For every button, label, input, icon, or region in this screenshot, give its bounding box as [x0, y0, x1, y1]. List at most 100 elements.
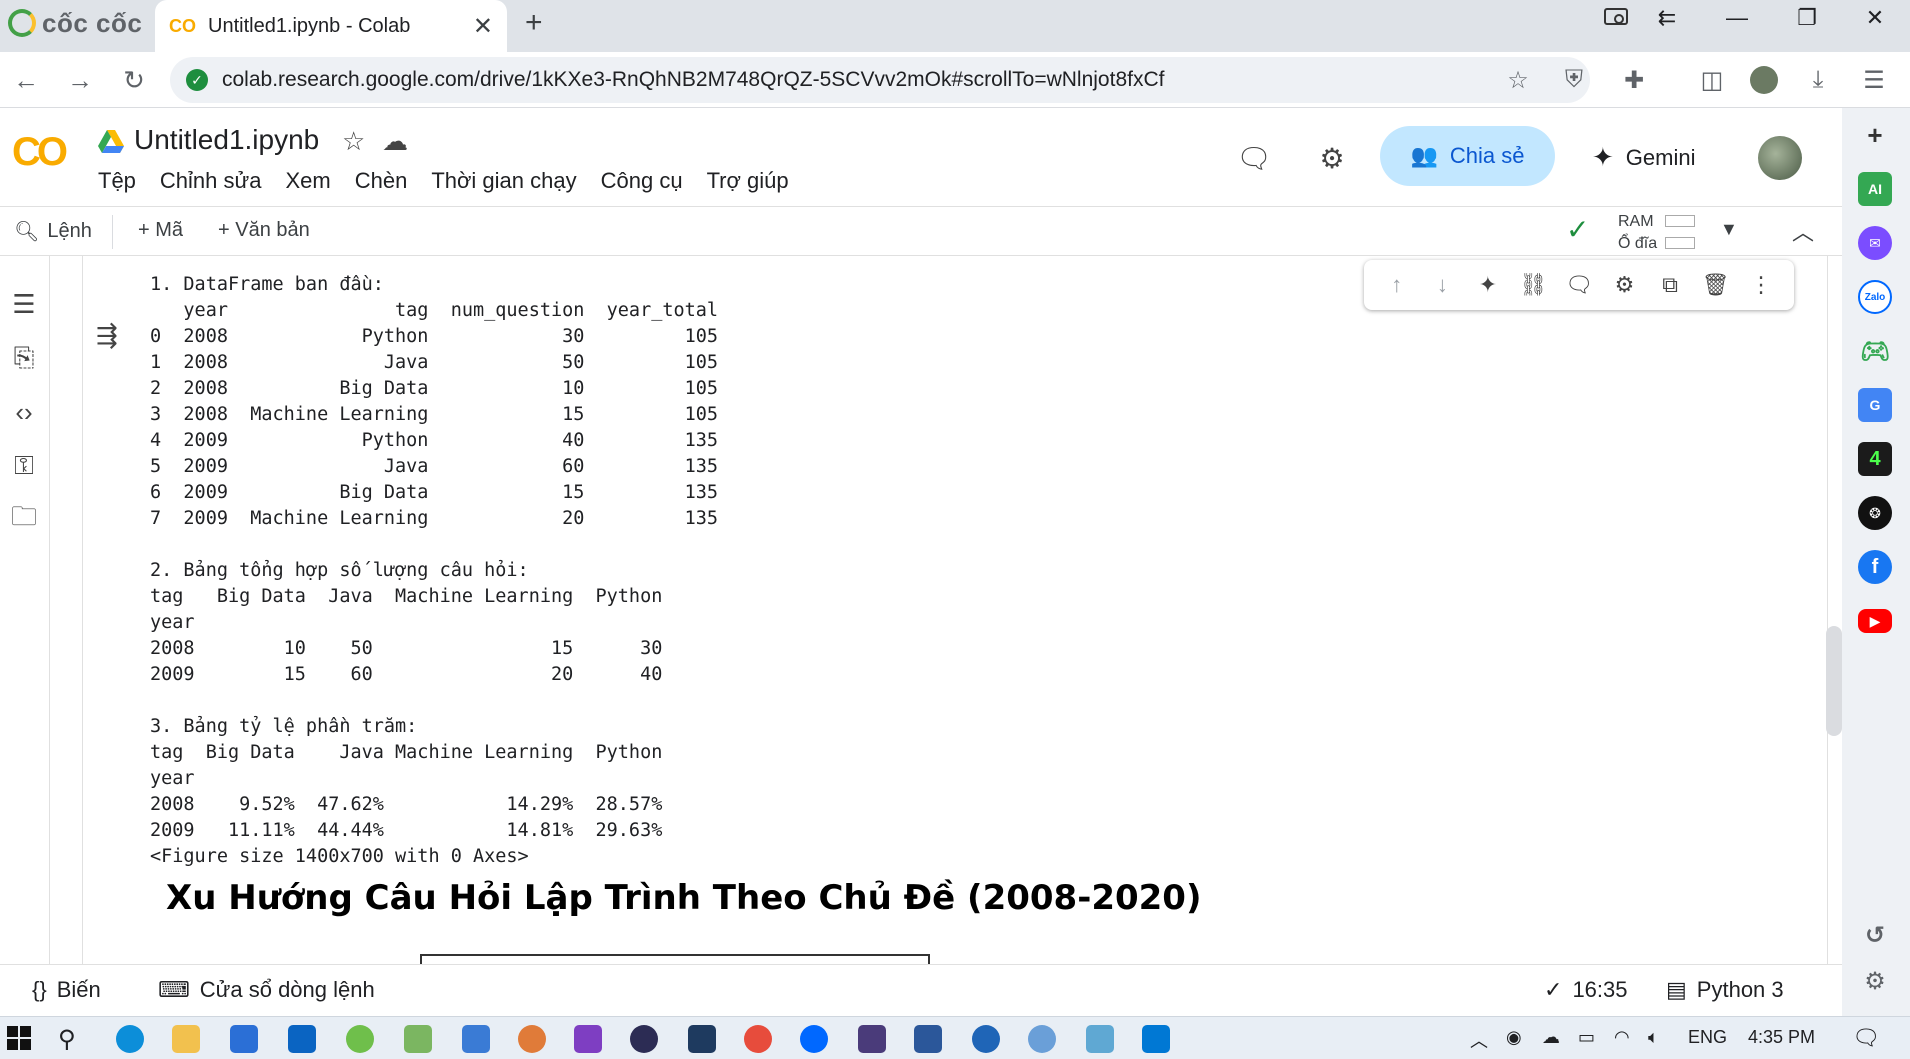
profile-avatar-icon[interactable] [1746, 62, 1782, 98]
address-bar[interactable]: ✓ colab.research.google.com/drive/1kKXe3… [170, 57, 1590, 103]
word-icon[interactable] [914, 1025, 942, 1053]
bookmark-star-icon[interactable]: ☆ [1500, 62, 1536, 98]
ai-assistant-icon[interactable]: AI [1858, 172, 1892, 206]
app-4-icon[interactable]: 4 [1858, 442, 1892, 476]
snipping-tool-icon[interactable] [404, 1025, 432, 1053]
close-window-icon[interactable]: ✕ [1852, 0, 1898, 36]
collapse-header-icon[interactable]: ︿ [1792, 215, 1814, 247]
tray-chevron-icon[interactable]: ︿ [1470, 1027, 1488, 1053]
browser-menu-icon[interactable]: ☰ [1856, 62, 1892, 98]
minimize-icon[interactable]: — [1714, 0, 1760, 36]
gemini-button[interactable]: ✦ Gemini [1592, 142, 1695, 173]
menu-help[interactable]: Trợ giúp [707, 168, 789, 194]
comments-icon[interactable]: 🗨 [1234, 138, 1274, 178]
volume-icon[interactable]: 🔈︎ [1648, 1027, 1659, 1048]
network-app-icon[interactable] [744, 1025, 772, 1053]
edge-icon[interactable] [116, 1025, 144, 1053]
runtime-status[interactable]: ▤ Python 3 [1666, 977, 1784, 1003]
file-explorer-icon[interactable] [172, 1025, 200, 1053]
back-arrow-icon[interactable]: ← [8, 62, 44, 98]
share-button[interactable]: 👥 Chia sẻ [1380, 126, 1555, 186]
battery-icon[interactable]: ▭ [1578, 1027, 1595, 1048]
restore-icon[interactable]: ❐ [1784, 0, 1830, 36]
delete-icon[interactable]: 🗑 [1700, 269, 1732, 301]
zalo-icon[interactable]: Zalo [1858, 280, 1892, 314]
facebook-icon[interactable]: f [1858, 550, 1892, 584]
add-code-button[interactable]: + Mã [138, 219, 183, 242]
r-icon[interactable] [972, 1025, 1000, 1053]
outlook-icon[interactable] [288, 1025, 316, 1053]
menu-edit[interactable]: Chỉnh sửa [160, 168, 262, 194]
window-app-icon[interactable] [462, 1025, 490, 1053]
cell-settings-icon[interactable]: ⚙ [1609, 269, 1641, 301]
app-tablet-icon[interactable] [1086, 1025, 1114, 1053]
visual-studio-icon[interactable] [574, 1025, 602, 1053]
download-icon[interactable]: ⤓ [1800, 62, 1836, 98]
secure-lock-icon[interactable]: ✓ [186, 69, 208, 91]
chatgpt-icon[interactable]: ❂ [1858, 496, 1892, 530]
tray-app-icon[interactable]: ☁ [1542, 1027, 1560, 1048]
google-translate-icon[interactable]: G [1858, 388, 1892, 422]
windows-start-icon[interactable] [6, 1025, 34, 1053]
last-run-status[interactable]: ✓ 16:35 [1544, 977, 1628, 1003]
scrollbar-thumb[interactable] [1826, 626, 1842, 736]
taskbar-search-icon[interactable]: ⚲ [58, 1025, 86, 1053]
command-palette-button[interactable]: 🔍︎ Lệnh [14, 219, 92, 244]
secrets-key-icon[interactable]: ⚿ [4, 446, 44, 486]
tab-colab[interactable]: CO Untitled1.ipynb - Colab ✕ [155, 0, 507, 52]
link-icon[interactable]: ⛓ [1517, 269, 1549, 301]
add-panel-icon[interactable]: + [1858, 118, 1892, 152]
bird-app-icon[interactable] [518, 1025, 546, 1053]
menu-runtime[interactable]: Thời gian chạy [431, 168, 576, 194]
game-controller-icon[interactable]: 🎮︎ [1858, 334, 1892, 368]
vscode-icon[interactable] [1142, 1025, 1170, 1053]
move-up-icon[interactable]: ↑ [1381, 269, 1413, 301]
colab-logo[interactable]: CO [12, 130, 68, 175]
menu-file[interactable]: Tệp [98, 168, 136, 194]
move-down-icon[interactable]: ↓ [1426, 269, 1458, 301]
back-history-icon[interactable]: ⇇ [1644, 0, 1690, 36]
menu-insert[interactable]: Chèn [355, 168, 408, 194]
reload-icon[interactable]: ↻ [116, 62, 152, 98]
more-options-icon[interactable]: ⋮ [1745, 269, 1777, 301]
netbeans-icon[interactable] [688, 1025, 716, 1053]
eclipse-icon[interactable] [630, 1025, 658, 1053]
files-folder-icon[interactable]: 🗀 [4, 500, 44, 540]
find-replace-icon[interactable]: ⎘ [4, 338, 44, 378]
new-tab-icon[interactable]: + [525, 6, 543, 40]
browser-brand[interactable]: cốc cốc [8, 4, 142, 42]
system-clock[interactable]: 4:35 PM [1748, 1027, 1815, 1048]
output-actions-icon[interactable]: ⇶ [96, 320, 118, 351]
close-tab-icon[interactable]: ✕ [473, 12, 493, 41]
forward-arrow-icon[interactable]: → [62, 62, 98, 98]
star-icon[interactable]: ☆ [342, 126, 365, 157]
terminal-button[interactable]: ⌨ Cửa sổ dòng lệnh [158, 977, 375, 1003]
mirror-cell-icon[interactable]: ⧉ [1654, 269, 1686, 301]
rstudio-icon[interactable] [1028, 1025, 1056, 1053]
menu-tools[interactable]: Công cụ [601, 168, 683, 194]
gemini-sparkle-icon[interactable]: ✦ [1472, 269, 1504, 301]
add-text-button[interactable]: + Văn bản [218, 219, 310, 242]
account-avatar[interactable] [1758, 136, 1802, 180]
screen-search-icon[interactable] [1594, 0, 1640, 36]
tray-record-icon[interactable]: ◉ [1506, 1027, 1522, 1048]
history-icon[interactable]: ↺ [1858, 918, 1892, 952]
code-snippets-icon[interactable]: ‹› [4, 392, 44, 432]
menu-view[interactable]: Xem [285, 168, 330, 194]
store-icon[interactable] [230, 1025, 258, 1053]
resource-monitor[interactable]: RAM Ổ đĩa [1618, 211, 1657, 255]
connected-check-icon[interactable]: ✓ [1566, 213, 1589, 246]
comment-icon[interactable]: 🗨 [1563, 269, 1595, 301]
shield-icon[interactable]: ⛨ [1556, 62, 1592, 98]
sidebar-settings-icon[interactable]: ⚙ [1858, 964, 1892, 998]
notebook-title[interactable]: Untitled1.ipynb [134, 124, 319, 156]
zalo-taskbar-icon[interactable] [800, 1025, 828, 1053]
runtime-dropdown-icon[interactable]: ▼ [1720, 219, 1738, 240]
cloud-saved-icon[interactable]: ☁ [382, 126, 408, 157]
language-indicator[interactable]: ENG [1688, 1027, 1727, 1048]
extensions-icon[interactable]: ✚ [1616, 62, 1652, 98]
table-of-contents-icon[interactable]: ☰ [4, 284, 44, 324]
variables-button[interactable]: {} Biến [32, 977, 101, 1003]
wifi-icon[interactable]: ◠ [1614, 1027, 1630, 1048]
coccoc-taskbar-icon[interactable] [346, 1025, 374, 1053]
